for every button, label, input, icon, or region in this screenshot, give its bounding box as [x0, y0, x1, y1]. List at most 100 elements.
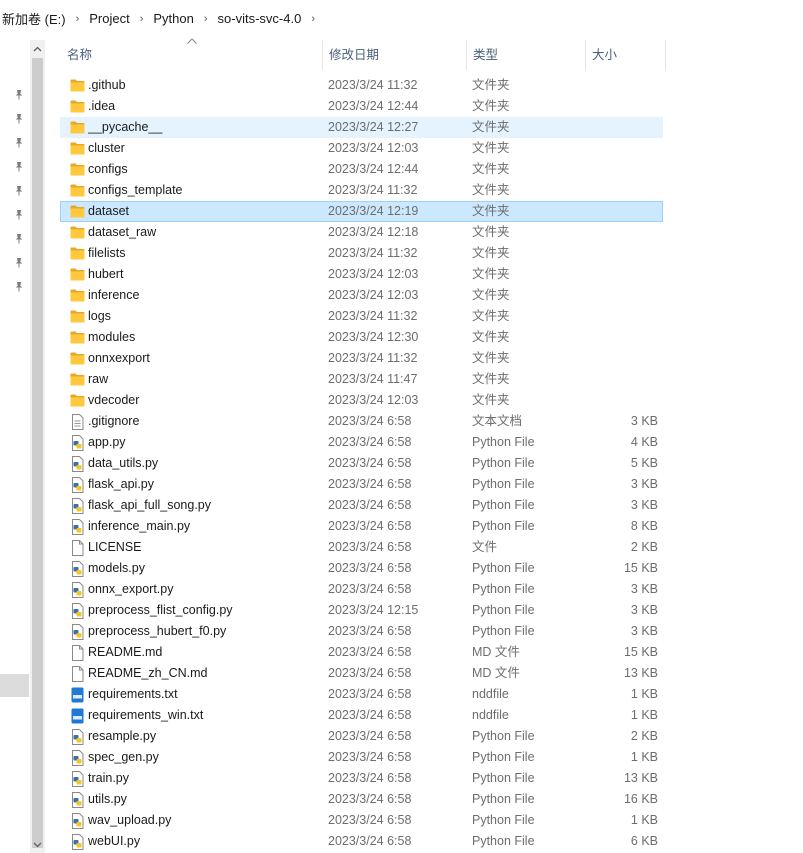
file-row[interactable]: configs 2023/3/24 12:44 文件夹 [60, 159, 663, 180]
file-size: 1 KB [630, 708, 658, 722]
python-file-icon [69, 432, 85, 453]
column-size[interactable]: 大小 [585, 40, 665, 70]
file-row[interactable]: models.py 2023/3/24 6:58 Python File 15 KB [60, 558, 663, 579]
nav-selected-item[interactable] [0, 674, 29, 697]
file-row[interactable]: LICENSE 2023/3/24 6:58 文件 2 KB [60, 537, 663, 558]
file-name: README_zh_CN.md [88, 666, 208, 680]
file-row[interactable]: wav_upload.py 2023/3/24 6:58 Python File 1 … [60, 810, 663, 831]
file-size [580, 117, 658, 138]
file-row[interactable]: modules 2023/3/24 12:30 文件夹 [60, 327, 663, 348]
file-size: 1 KB [630, 687, 658, 701]
file-row[interactable]: __pycache__ 2023/3/24 12:27 文件夹 [60, 117, 663, 138]
folder-icon [69, 327, 85, 348]
folder-icon [69, 222, 85, 243]
column-name[interactable]: 名称 [60, 40, 322, 70]
breadcrumb-item-project[interactable]: Project [87, 11, 131, 26]
file-size [580, 243, 658, 264]
file-row[interactable]: configs_template 2023/3/24 11:32 文件夹 [60, 180, 663, 201]
file-name: filelists [88, 246, 126, 260]
file-row[interactable]: .github 2023/3/24 11:32 文件夹 [60, 75, 663, 96]
file-type: 文件夹 [472, 120, 510, 134]
file-date-modified: 2023/3/24 6:58 [328, 414, 412, 428]
column-divider[interactable] [665, 40, 666, 70]
file-date-modified: 2023/3/24 12:03 [328, 267, 419, 281]
vertical-scrollbar[interactable] [30, 40, 45, 853]
file-row[interactable]: preprocess_hubert_f0.py 2023/3/24 6:58 Pyt… [60, 621, 663, 642]
breadcrumb[interactable]: 新加卷 (E:) › Project › Python › so-vits-sv… [0, 0, 803, 37]
file-row[interactable]: data_utils.py 2023/3/24 6:58 Python File 5 … [60, 453, 663, 474]
file-row[interactable]: hubert 2023/3/24 12:03 文件夹 [60, 264, 663, 285]
file-row[interactable]: requirements_win.txt 2023/3/24 6:58 nddfil… [60, 705, 663, 726]
file-name: utils.py [88, 792, 127, 806]
file-type: 文件夹 [472, 162, 510, 176]
folder-icon [69, 348, 85, 369]
file-size [580, 222, 658, 243]
file-date-modified: 2023/3/24 12:03 [328, 288, 419, 302]
file-date-modified: 2023/3/24 11:47 [328, 372, 418, 386]
file-row[interactable]: raw 2023/3/24 11:47 文件夹 [60, 369, 663, 390]
file-type: MD 文件 [472, 645, 520, 659]
file-row[interactable]: logs 2023/3/24 11:32 文件夹 [60, 306, 663, 327]
folder-icon [69, 390, 85, 411]
file-row[interactable]: utils.py 2023/3/24 6:58 Python File 16 KB [60, 789, 663, 810]
file-list: .github 2023/3/24 11:32 文件夹 .idea 2023/3/24… [60, 75, 663, 852]
file-row[interactable]: dataset 2023/3/24 12:19 文件夹 [60, 201, 663, 222]
file-row[interactable]: vdecoder 2023/3/24 12:03 文件夹 [60, 390, 663, 411]
file-type: Python File [472, 813, 535, 827]
breadcrumb-item-drive[interactable]: 新加卷 (E:) [0, 9, 68, 28]
file-type: Python File [472, 729, 535, 743]
scroll-down-arrow-icon[interactable] [30, 836, 45, 853]
file-row[interactable]: cluster 2023/3/24 12:03 文件夹 [60, 138, 663, 159]
file-size [580, 75, 658, 96]
file-row[interactable]: inference 2023/3/24 12:03 文件夹 [60, 285, 663, 306]
file-row[interactable]: preprocess_flist_config.py 2023/3/24 12:1… [60, 600, 663, 621]
blank-file-icon [69, 537, 85, 558]
file-row[interactable]: resample.py 2023/3/24 6:58 Python File 2 KB [60, 726, 663, 747]
file-row[interactable]: inference_main.py 2023/3/24 6:58 Python Fi… [60, 516, 663, 537]
chevron-right-icon[interactable]: › [303, 13, 323, 25]
file-row[interactable]: .idea 2023/3/24 12:44 文件夹 [60, 96, 663, 117]
file-size [580, 264, 658, 285]
breadcrumb-item-python[interactable]: Python [151, 11, 195, 26]
file-date-modified: 2023/3/24 6:58 [328, 561, 412, 575]
file-row[interactable]: .gitignore 2023/3/24 6:58 文本文档 3 KB [60, 411, 663, 432]
file-size [580, 390, 658, 411]
file-size [580, 138, 658, 159]
file-row[interactable]: requirements.txt 2023/3/24 6:58 nddfile 1 K… [60, 684, 663, 705]
column-date-modified[interactable]: 修改日期 [322, 40, 466, 70]
file-row[interactable]: onnx_export.py 2023/3/24 6:58 Python File 3… [60, 579, 663, 600]
python-file-icon [69, 453, 85, 474]
file-row[interactable]: spec_gen.py 2023/3/24 6:58 Python File 1 KB [60, 747, 663, 768]
file-name: .idea [88, 99, 116, 113]
breadcrumb-item-current-folder[interactable]: so-vits-svc-4.0 [216, 11, 304, 26]
column-type[interactable]: 类型 [466, 40, 586, 70]
file-date-modified: 2023/3/24 6:58 [328, 792, 412, 806]
file-row[interactable]: filelists 2023/3/24 11:32 文件夹 [60, 243, 663, 264]
file-size: 2 KB [630, 729, 658, 743]
pin-icon [14, 136, 24, 148]
file-row[interactable]: webUI.py 2023/3/24 6:58 Python File 6 KB [60, 831, 663, 852]
file-size [580, 285, 658, 306]
pin-icon [14, 256, 24, 268]
file-date-modified: 2023/3/24 6:58 [328, 750, 412, 764]
file-type: 文件夹 [472, 288, 510, 302]
file-row[interactable]: train.py 2023/3/24 6:58 Python File 13 KB [60, 768, 663, 789]
scroll-up-arrow-icon[interactable] [30, 40, 45, 57]
file-name: inference_main.py [88, 519, 191, 533]
file-row[interactable]: flask_api_full_song.py 2023/3/24 6:58 Pyth… [60, 495, 663, 516]
file-type: Python File [472, 561, 535, 575]
file-row[interactable]: README_zh_CN.md 2023/3/24 6:58 MD 文件 13 KB [60, 663, 663, 684]
file-name: hubert [88, 267, 124, 281]
file-row[interactable]: flask_api.py 2023/3/24 6:58 Python File 3 K… [60, 474, 663, 495]
file-name: requirements.txt [88, 687, 178, 701]
file-date-modified: 2023/3/24 12:19 [328, 204, 419, 218]
file-type: 文件夹 [472, 99, 510, 113]
file-row[interactable]: onnxexport 2023/3/24 11:32 文件夹 [60, 348, 663, 369]
pin-icon [14, 232, 24, 244]
file-row[interactable]: app.py 2023/3/24 6:58 Python File 4 KB [60, 432, 663, 453]
file-row[interactable]: dataset_raw 2023/3/24 12:18 文件夹 [60, 222, 663, 243]
scrollbar-thumb[interactable] [32, 58, 43, 848]
file-row[interactable]: README.md 2023/3/24 6:58 MD 文件 15 KB [60, 642, 663, 663]
file-type: Python File [472, 498, 535, 512]
file-size: 8 KB [630, 519, 658, 533]
